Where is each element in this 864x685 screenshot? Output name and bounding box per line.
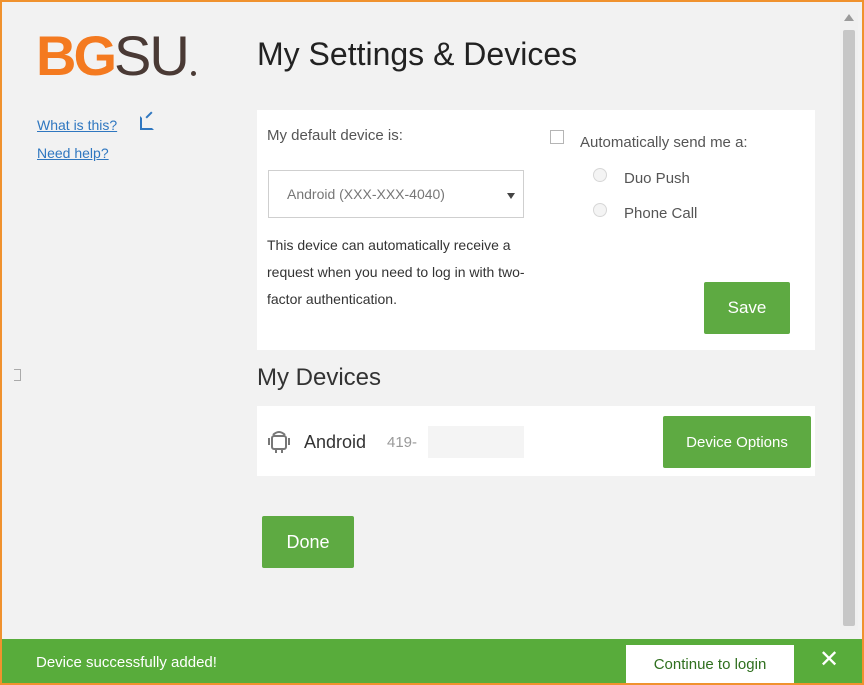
done-button[interactable]: Done [262, 516, 354, 568]
scroll-thumb[interactable] [843, 30, 855, 626]
device-options-button[interactable]: Device Options [663, 416, 811, 468]
device-description: This device can automatically receive a … [267, 237, 525, 307]
close-icon[interactable]: ✕ [816, 647, 842, 673]
duo-push-radio[interactable] [593, 168, 607, 182]
notification-bar: Device successfully added! Continue to l… [2, 639, 862, 683]
logo-text-bg: BG [36, 24, 117, 87]
external-link-icon [140, 116, 154, 130]
device-name: Android [304, 432, 367, 452]
duo-push-label: Duo Push [624, 170, 690, 187]
phone-call-label: Phone Call [624, 205, 698, 222]
what-is-this-link[interactable]: What is this? [37, 117, 117, 133]
need-help-link[interactable]: Need help? [37, 145, 109, 161]
notification-message: Device successfully added! [36, 654, 217, 671]
redacted-number [428, 426, 524, 458]
side-bracket-icon [14, 369, 21, 381]
android-icon [268, 431, 290, 453]
auto-send-label: Automatically send me a: [580, 134, 748, 151]
default-device-select[interactable]: Android (XXX-XXX-4040) [268, 170, 524, 218]
default-device-value: Android (XXX-XXX-4040) [287, 186, 445, 202]
page-title: My Settings & Devices [257, 36, 578, 72]
logo-text-su: SU [114, 24, 190, 87]
my-devices-title: My Devices [257, 364, 382, 391]
device-number: 419- [387, 434, 418, 451]
duo-frame: BGSU What is this? Need help? My Setting… [0, 0, 864, 685]
logo-dot [190, 71, 196, 76]
save-button[interactable]: Save [704, 282, 790, 334]
default-device-label: My default device is: [267, 127, 403, 144]
continue-to-login-button[interactable]: Continue to login [626, 645, 794, 683]
scrollbar[interactable] [840, 10, 858, 630]
dropdown-caret-icon [507, 193, 515, 199]
phone-call-radio[interactable] [593, 203, 607, 217]
bgsu-logo: BGSU [36, 28, 196, 84]
auto-send-checkbox[interactable] [550, 130, 564, 144]
scroll-up-arrow-icon[interactable] [844, 14, 854, 21]
